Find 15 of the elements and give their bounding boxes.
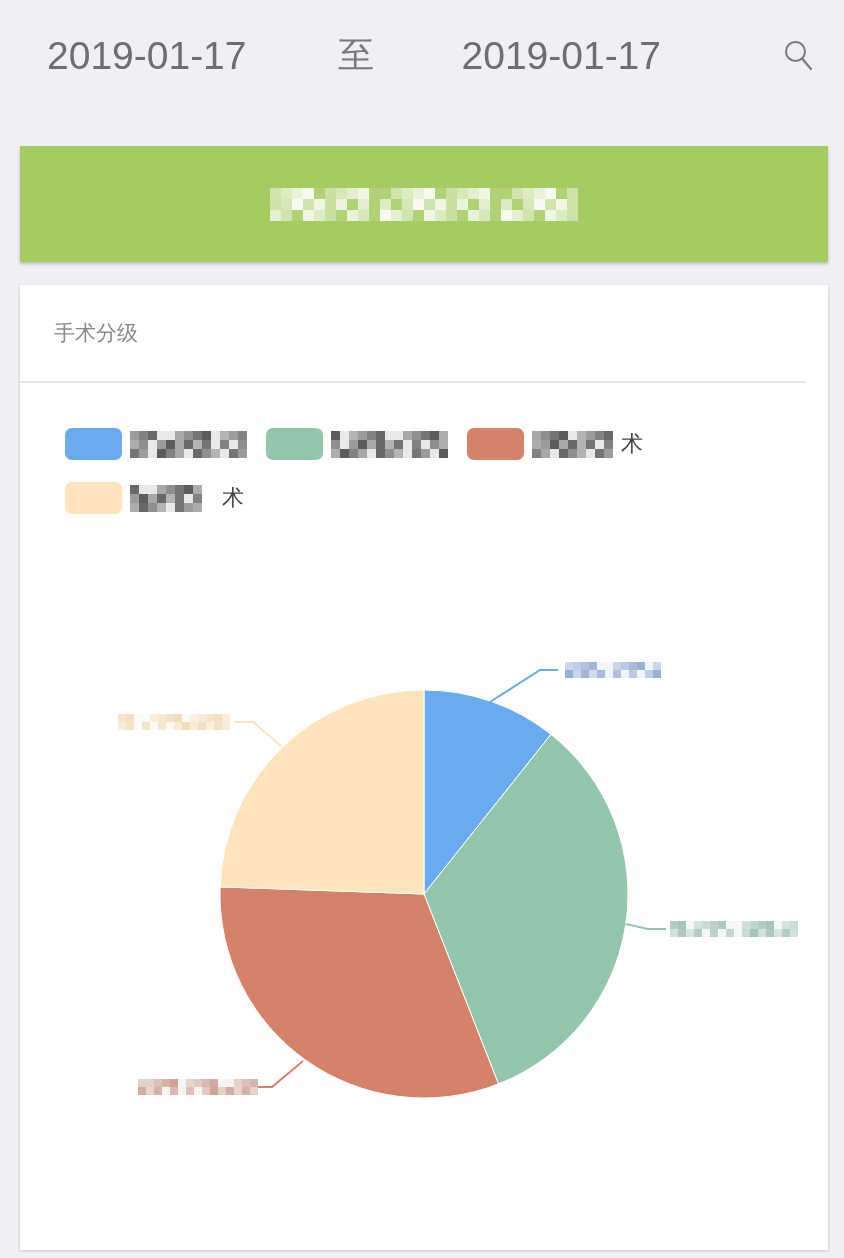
legend-label: 术 — [621, 433, 643, 455]
leader-line — [233, 721, 282, 747]
legend-swatch-icon[interactable] — [266, 428, 323, 460]
leader-line — [625, 923, 667, 930]
legend-swatch-icon[interactable] — [65, 428, 122, 460]
leader-line — [257, 1060, 304, 1088]
legend-label: 术 — [222, 487, 244, 509]
legend-swatch-icon[interactable] — [467, 428, 524, 460]
end-date-field[interactable]: 2019-01-17 — [461, 35, 661, 75]
search-icon[interactable] — [784, 40, 812, 70]
range-separator: 至 — [337, 37, 374, 73]
start-date-field[interactable]: 2019-01-17 — [47, 35, 247, 75]
card-title: 手术分级 — [20, 285, 806, 383]
leader-line — [489, 669, 559, 703]
legend-swatch-icon[interactable] — [65, 482, 122, 514]
